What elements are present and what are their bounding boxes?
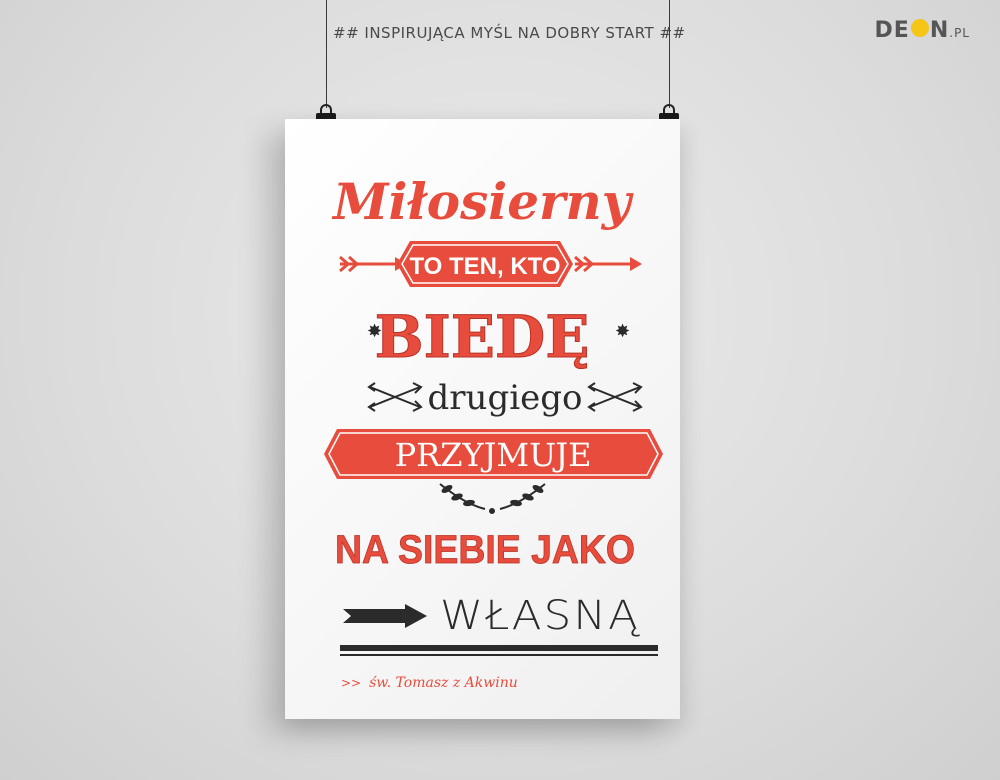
laurel-branch-icon	[439, 483, 546, 514]
arrow-right-icon	[574, 255, 642, 273]
crossed-arrows-left-icon	[367, 382, 423, 412]
poster-line-milosierny: Miłosierny	[331, 172, 634, 231]
poster-line-drugiego: drugiego	[428, 378, 583, 418]
brand-suffix: N	[929, 18, 950, 43]
hanging-wire-right	[669, 0, 670, 108]
poster-line-to-ten-kto: TO TEN, KTO	[409, 253, 560, 280]
poster-line-przyjmuje: PRZYJMUJE	[395, 436, 592, 474]
brand-dot-icon	[910, 19, 929, 37]
hanging-wire-left	[326, 0, 327, 108]
poster: Miłosierny TO TEN, KTO ✸ ✸ BIEDĘ drugieg…	[285, 119, 680, 719]
arrow-left-icon	[339, 255, 407, 273]
banner-to-ten-kto: TO TEN, KTO	[397, 241, 573, 287]
banner-przyjmuje: PRZYJMUJE	[324, 429, 663, 479]
brand-logo[interactable]: DE N.PL	[875, 18, 970, 43]
divider-thick	[340, 645, 658, 651]
poster-line-biede: BIEDĘ	[375, 303, 590, 371]
star-right-icon: ✸	[615, 321, 630, 342]
author-attribution: >> św. Tomasz z Akwinu	[341, 675, 518, 691]
poster-line-wlasna: WŁASNĄ	[440, 593, 641, 639]
crossed-arrows-right-icon	[587, 382, 643, 412]
brand-tld: .PL	[949, 26, 970, 40]
poster-artwork: Miłosierny TO TEN, KTO ✸ ✸ BIEDĘ drugieg…	[324, 172, 663, 656]
divider-thin	[340, 654, 658, 656]
brand-prefix: DE	[874, 18, 910, 43]
header-tagline: ## INSPIRUJĄCA MYŚL NA DOBRY START ##	[333, 24, 686, 42]
black-arrow-icon	[343, 604, 427, 628]
poster-line-na-siebie-jako: NA SIEBIE JAKO	[335, 528, 635, 572]
author-name: św. Tomasz z Akwinu	[369, 675, 518, 691]
author-prefix: >>	[341, 676, 362, 690]
